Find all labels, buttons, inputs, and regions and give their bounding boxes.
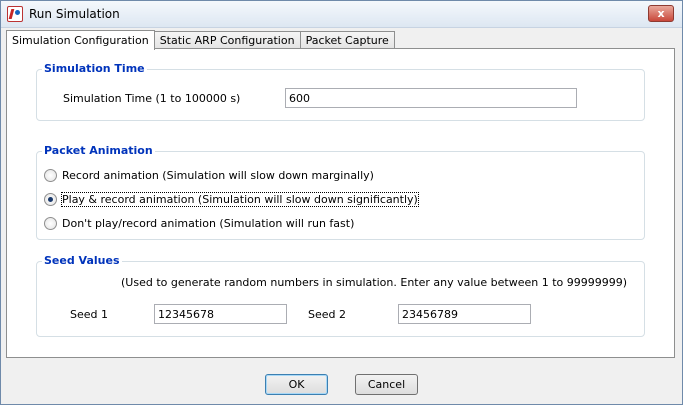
radio-button-checked[interactable] (44, 192, 57, 206)
window-title: Run Simulation (29, 7, 120, 21)
seed-values-hint: (Used to generate random numbers in simu… (121, 276, 628, 289)
radio-no-animation[interactable]: Don't play/record animation (Simulation … (44, 215, 354, 231)
radio-label: Play & record animation (Simulation will… (61, 191, 419, 207)
tab-simulation-configuration[interactable]: Simulation Configuration (6, 30, 155, 50)
close-button[interactable]: x (648, 5, 674, 22)
ok-button[interactable]: OK (265, 374, 328, 395)
simulation-time-title: Simulation Time (42, 62, 147, 75)
run-simulation-dialog: Run Simulation x Simulation Configuratio… (0, 0, 683, 405)
radio-label: Don't play/record animation (Simulation … (62, 216, 355, 230)
simulation-time-label: Simulation Time (1 to 100000 s) (63, 92, 241, 105)
seed-values-title: Seed Values (42, 254, 122, 267)
tab-packet-capture[interactable]: Packet Capture (299, 31, 395, 49)
simulation-time-input[interactable] (285, 88, 577, 108)
cancel-button[interactable]: Cancel (355, 374, 418, 395)
seed2-label: Seed 2 (308, 308, 346, 321)
simulation-time-group: Simulation Time Simulation Time (1 to 10… (36, 62, 645, 121)
radio-button[interactable] (44, 168, 57, 182)
seed2-input[interactable] (398, 304, 531, 324)
seed1-label: Seed 1 (70, 308, 108, 321)
radio-record-animation[interactable]: Record animation (Simulation will slow d… (44, 167, 374, 183)
radio-play-record-animation[interactable]: Play & record animation (Simulation will… (44, 191, 419, 207)
title-bar: Run Simulation x (1, 1, 682, 28)
radio-label: Record animation (Simulation will slow d… (62, 168, 374, 182)
tab-bar: Simulation Configuration Static ARP Confi… (6, 29, 395, 50)
packet-animation-group: Packet Animation Record animation (Simul… (36, 144, 645, 240)
packet-animation-title: Packet Animation (42, 144, 155, 157)
seed-values-group: Seed Values (Used to generate random num… (36, 254, 645, 337)
tab-panel: Simulation Time Simulation Time (1 to 10… (6, 48, 675, 358)
seed1-input[interactable] (154, 304, 287, 324)
tab-static-arp-configuration[interactable]: Static ARP Configuration (153, 31, 301, 49)
radio-button[interactable] (44, 216, 57, 230)
app-icon (7, 6, 23, 22)
